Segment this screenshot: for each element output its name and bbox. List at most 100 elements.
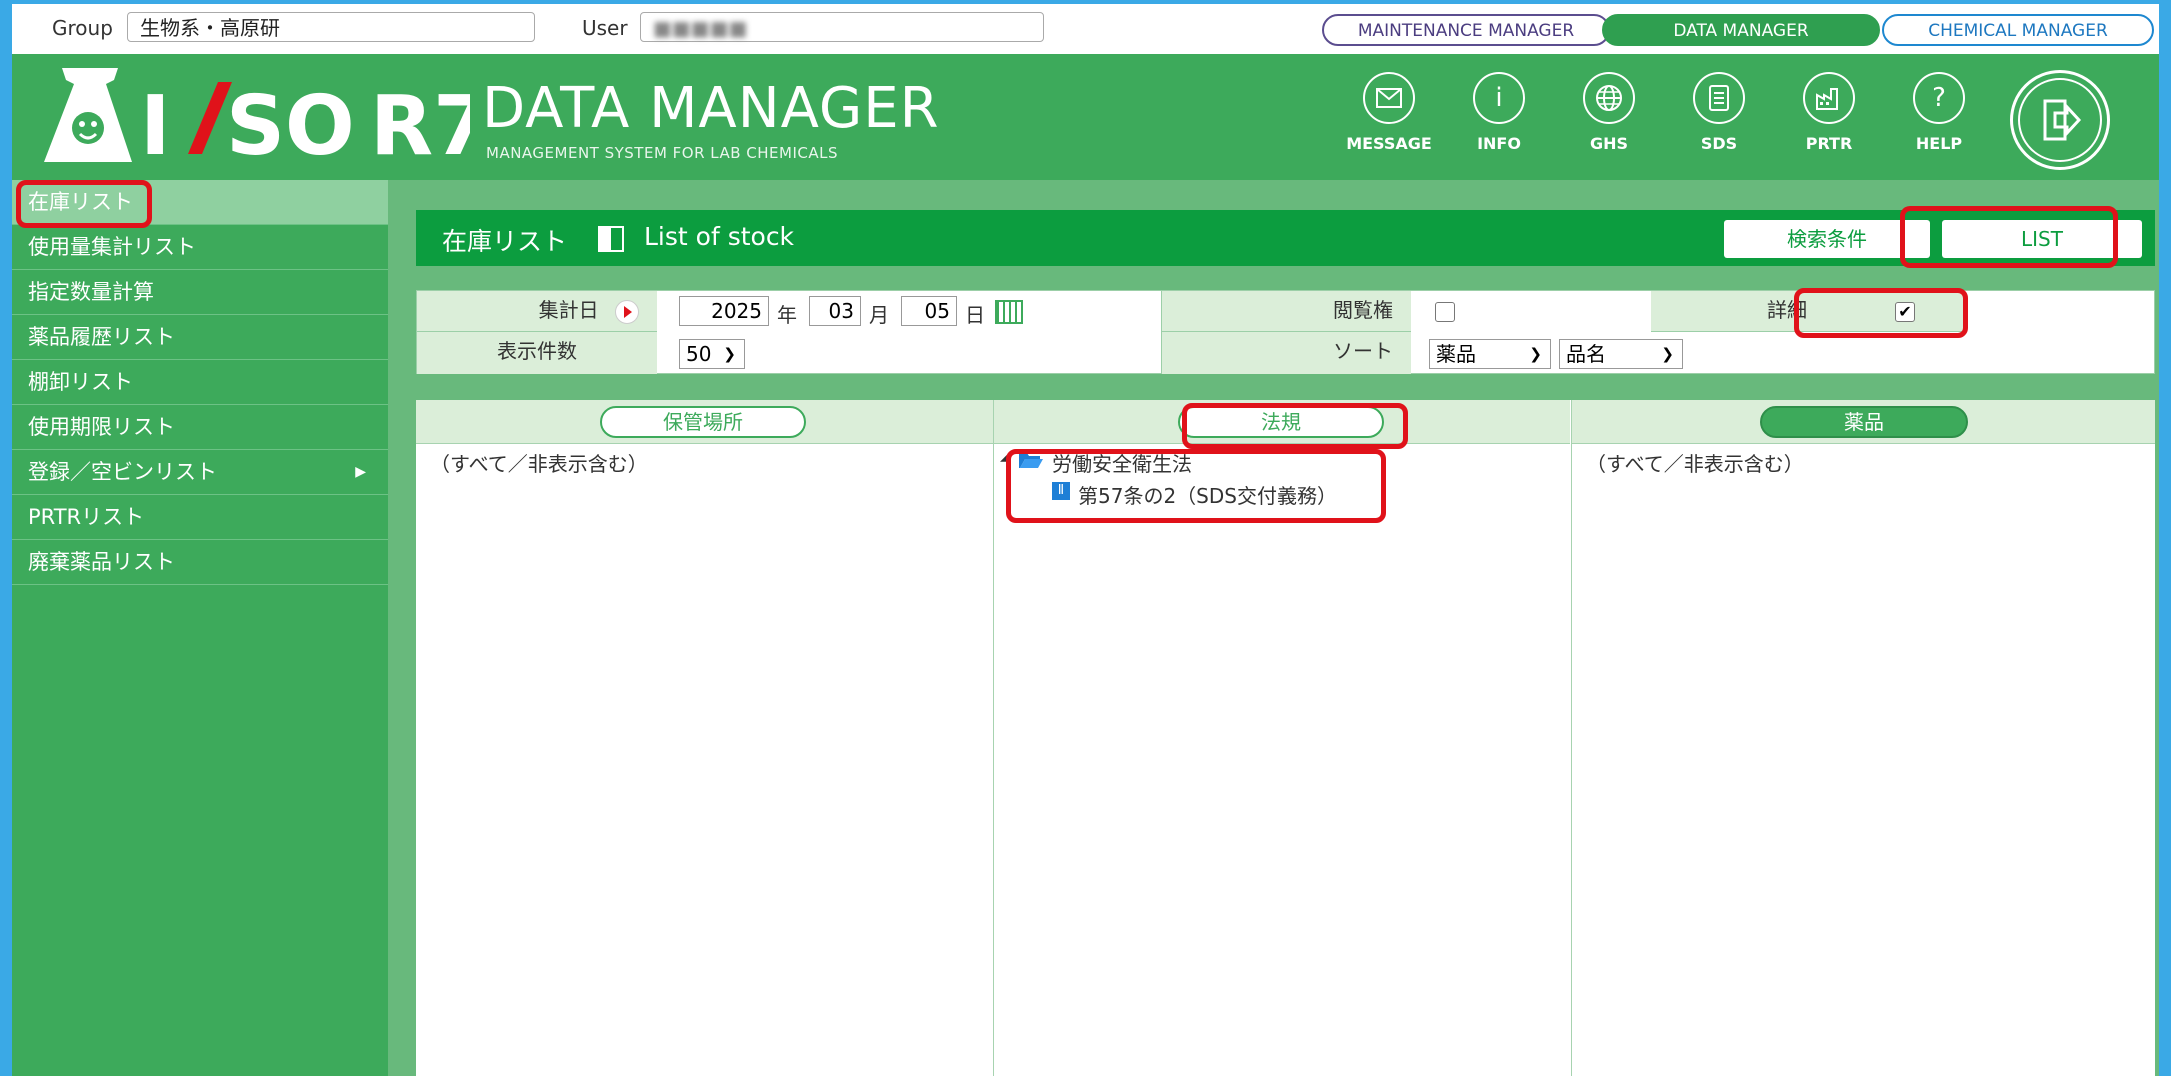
chemical-panel: （すべて／非表示含む） — [1572, 444, 2155, 1076]
detail-checkbox[interactable]: ✔ — [1895, 302, 1915, 322]
sidebar-item-label: 棚卸リスト — [28, 370, 133, 394]
sidebar-item-designated-quantity[interactable]: 指定数量計算 — [12, 270, 388, 315]
sidebar-item-stock-list[interactable]: 在庫リスト — [12, 180, 388, 225]
year-input[interactable]: 2025 — [679, 296, 769, 326]
calendar-icon[interactable] — [995, 300, 1023, 324]
sidebar-item-expiry[interactable]: 使用期限リスト — [12, 405, 388, 450]
maintenance-manager-tab[interactable]: MAINTENANCE MANAGER — [1322, 14, 1610, 46]
message-button[interactable]: MESSAGE — [1344, 72, 1434, 172]
chemical-all-text[interactable]: （すべて／非表示含む） — [1586, 448, 1804, 477]
chevron-down-icon: ❯ — [1661, 345, 1674, 363]
storage-all-text[interactable]: （すべて／非表示含む） — [430, 448, 648, 477]
sidebar-item-label: 廃棄薬品リスト — [28, 550, 175, 574]
user-value: ■■■■■ — [653, 16, 748, 40]
search-form: 集計日 2025 年 03 月 05 日 閲覧権 詳細 ✔ 表示件数 50 ❯ ソ… — [416, 290, 2155, 374]
storage-panel-header: 保管場所 — [416, 400, 993, 444]
sidebar-item-inventory[interactable]: 棚卸リスト — [12, 360, 388, 405]
data-manager-tab[interactable]: DATA MANAGER — [1602, 14, 1880, 46]
globe-icon — [1583, 72, 1635, 124]
page-title-en: List of stock — [644, 222, 795, 251]
count-label-cell: 表示件数 — [417, 332, 657, 374]
storage-button[interactable]: 保管場所 — [600, 406, 806, 438]
info-button[interactable]: i INFO — [1454, 72, 1544, 172]
sidebar-item-prtr[interactable]: PRTRリスト — [12, 495, 388, 540]
sidebar: 在庫リスト 使用量集計リスト 指定数量計算 薬品履歴リスト 棚卸リスト 使用期限… — [12, 180, 388, 1076]
search-conditions-button[interactable]: 検索条件 — [1724, 220, 1930, 258]
group-label: Group — [52, 16, 113, 40]
panel-toggle-icon[interactable] — [598, 226, 624, 252]
document-icon — [1693, 72, 1745, 124]
logout-door-icon — [2018, 78, 2102, 162]
law-tree-child[interactable]: 第57条の2（SDS交付義務） — [1078, 480, 1337, 509]
month-unit: 月 — [869, 303, 889, 327]
sort1-select[interactable]: 薬品 ❯ — [1429, 339, 1551, 369]
count-select[interactable]: 50 ❯ — [679, 339, 745, 369]
view-checkbox[interactable] — [1435, 302, 1455, 322]
year-unit: 年 — [777, 303, 797, 327]
detail-label-cell: 詳細 — [1651, 291, 1963, 332]
group-field[interactable]: 生物系・高原研 — [127, 12, 535, 42]
law-button[interactable]: 法規 — [1178, 406, 1384, 438]
date-label: 集計日 — [538, 298, 599, 322]
info-icon: i — [1473, 72, 1525, 124]
sort1-value: 薬品 — [1436, 342, 1476, 366]
date-label-cell: 集計日 — [417, 291, 657, 332]
sidebar-item-label: 指定数量計算 — [28, 280, 154, 304]
filter-panels: 保管場所 （すべて／非表示含む） 法規 ◢ 労働安全衛生法 Ⅱ 第57条の2（S… — [416, 400, 2155, 1076]
help-label: HELP — [1915, 134, 1963, 153]
sidebar-item-label: 使用量集計リスト — [28, 235, 196, 259]
play-icon[interactable] — [615, 299, 639, 324]
page-title: 在庫リスト — [442, 227, 568, 256]
sidebar-item-disposal[interactable]: 廃棄薬品リスト — [12, 540, 388, 585]
svg-text:SO: SO — [226, 79, 355, 172]
tree-collapse-icon[interactable]: ◢ — [1000, 448, 1011, 464]
detail-label: 詳細 — [1767, 298, 1807, 322]
count-value: 50 — [686, 342, 712, 366]
document-node-icon: Ⅱ — [1052, 482, 1070, 500]
svg-text:I: I — [140, 79, 171, 172]
sort-label: ソート — [1333, 339, 1393, 363]
view-label: 閲覧権 — [1333, 298, 1393, 322]
info-label: INFO — [1477, 134, 1521, 153]
help-button[interactable]: ? HELP — [1894, 72, 1984, 172]
sidebar-item-label: 在庫リスト — [28, 190, 133, 214]
storage-panel: （すべて／非表示含む） — [416, 444, 993, 1076]
sds-button[interactable]: SDS — [1674, 72, 1764, 172]
sidebar-item-label: 使用期限リスト — [28, 415, 175, 439]
month-input[interactable]: 03 — [809, 296, 861, 326]
prtr-label: PRTR — [1805, 134, 1853, 153]
ghs-label: GHS — [1589, 134, 1629, 153]
view-label-cell: 閲覧権 — [1161, 291, 1411, 332]
user-label: User — [582, 16, 628, 40]
sidebar-item-registration-empty[interactable]: 登録／空ビンリスト ▶ — [12, 450, 388, 495]
header: I SO R7 DATA MANAGER MANAGEMENT SYSTEM F… — [12, 54, 2159, 180]
sidebar-item-chemical-history[interactable]: 薬品履歴リスト — [12, 315, 388, 360]
factory-icon — [1803, 72, 1855, 124]
logout-button[interactable] — [2010, 70, 2110, 170]
sort2-select[interactable]: 品名 ❯ — [1559, 339, 1683, 369]
message-label: MESSAGE — [1346, 134, 1432, 153]
svg-text:R7: R7 — [370, 79, 470, 172]
count-label: 表示件数 — [497, 339, 577, 363]
chemical-manager-tab[interactable]: CHEMICAL MANAGER — [1882, 14, 2154, 46]
law-panel-header: 法規 — [994, 400, 1570, 444]
folder-open-icon — [1018, 449, 1044, 469]
group-value: 生物系・高原研 — [140, 16, 280, 40]
prtr-button[interactable]: PRTR — [1784, 72, 1874, 172]
app-subtitle: MANAGEMENT SYSTEM FOR LAB CHEMICALS — [486, 144, 839, 162]
ghs-button[interactable]: GHS — [1564, 72, 1654, 172]
top-bar: Group 生物系・高原研 User ■■■■■ MAINTENANCE MAN… — [12, 4, 2159, 54]
chevron-down-icon: ❯ — [1529, 345, 1542, 363]
law-panel: ◢ 労働安全衛生法 Ⅱ 第57条の2（SDS交付義務） — [994, 444, 1570, 1076]
sidebar-item-usage-summary[interactable]: 使用量集計リスト — [12, 225, 388, 270]
day-unit: 日 — [965, 303, 985, 327]
law-tree-root[interactable]: 労働安全衛生法 — [1052, 448, 1192, 477]
chemical-button[interactable]: 薬品 — [1760, 406, 1968, 438]
user-field[interactable]: ■■■■■ — [640, 12, 1044, 42]
sort2-value: 品名 — [1566, 342, 1606, 366]
list-button[interactable]: LIST — [1942, 220, 2142, 258]
chemical-panel-header: 薬品 — [1572, 400, 2155, 444]
day-input[interactable]: 05 — [901, 296, 957, 326]
sidebar-item-label: 登録／空ビンリスト — [28, 460, 217, 484]
app-window: Group 生物系・高原研 User ■■■■■ MAINTENANCE MAN… — [12, 4, 2159, 1076]
